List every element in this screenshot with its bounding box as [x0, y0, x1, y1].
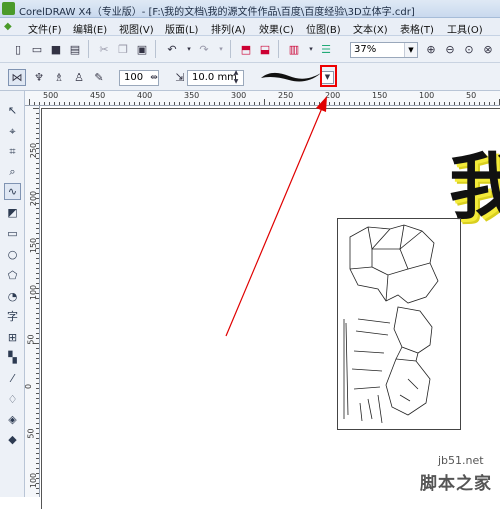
annotation-arrow — [225, 96, 327, 337]
watermark-site: jb51.net — [438, 454, 484, 467]
watermark-name: 脚本之家 — [420, 474, 492, 494]
